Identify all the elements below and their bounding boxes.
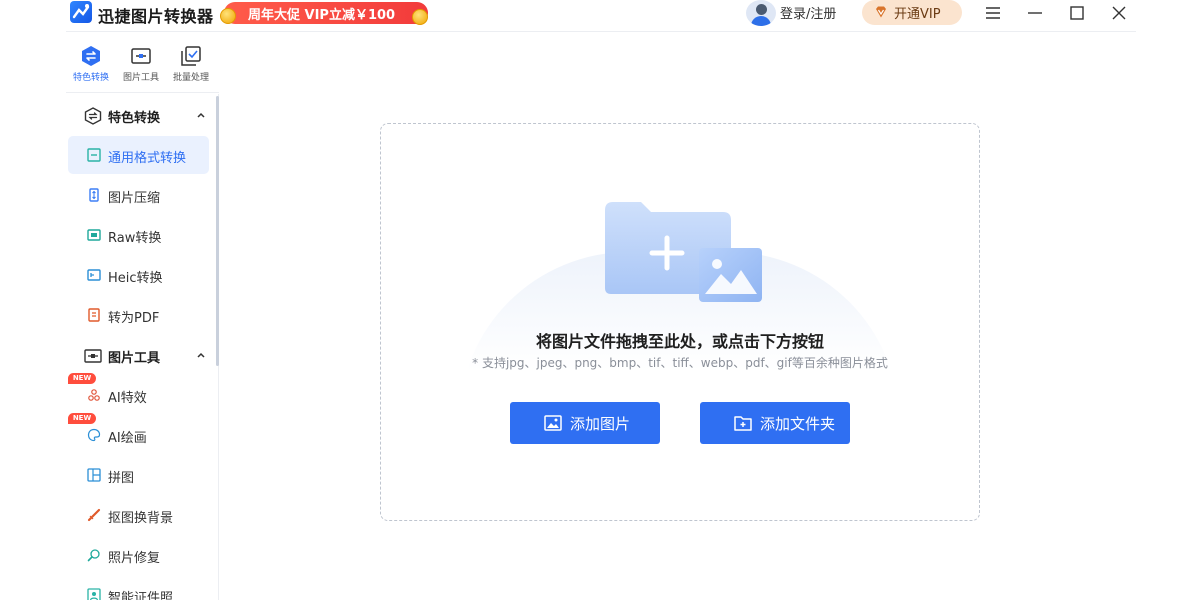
sidebar-item-heic[interactable]: Heic转换 [68,256,209,294]
sidebar-item-compress[interactable]: 图片压缩 [68,176,209,214]
sidebar-item-label: Heic转换 [108,271,163,286]
sidebar-item-label: 通用格式转换 [108,151,187,166]
image-tool-icon [84,349,102,363]
sidebar-item-label: 抠图换背景 [108,511,174,526]
sidebar-scrollbar[interactable] [216,96,219,366]
sidebar-item-label: 转为PDF [108,311,160,326]
ai-effect-icon [88,389,100,401]
new-badge: NEW [68,413,96,424]
sidebar-item-label: 拼图 [108,471,135,486]
coin-icon [220,8,236,24]
menu-button[interactable] [978,0,1008,26]
sidebar-item-label: 照片修复 [108,551,161,566]
sidebar-item-label: Raw转换 [108,231,162,246]
compress-icon [89,188,99,202]
group-image-tools[interactable]: 图片工具 [66,344,216,368]
add-folder-illustration-icon [605,202,762,302]
tab-label: 图片工具 [122,73,159,83]
tab-image-tools[interactable]: 图片工具 [116,45,166,89]
chevron-up-icon [197,112,205,118]
heic-icon [87,269,101,281]
title-bar: 迅捷图片转换器 周年大促 VIP立减￥100 登录/注册 开通VIP [66,0,1136,32]
sidebar-item-repair[interactable]: 照片修复 [68,536,209,574]
sidebar-item-label: 智能证件照 [108,591,174,600]
tab-label: 批量处理 [172,73,209,83]
promo-text: 周年大促 VIP立减￥100 [248,8,396,23]
format-icon [87,148,101,162]
exchange-icon [84,107,102,125]
folder-plus-icon [734,416,752,431]
sidebar-item-id-photo[interactable]: 智能证件照 [68,576,209,600]
file-drop-zone[interactable]: 将图片文件拖拽至此处，或点击下方按钮 * 支持jpg、jpeg、png、bmp、… [380,123,980,521]
ai-paint-icon [87,428,101,442]
mode-tabs: 特色转换 图片工具 批量处理 [66,33,219,93]
button-label: 添加文件夹 [760,415,836,433]
minimize-button[interactable] [1020,0,1050,26]
sidebar-item-ai-effect[interactable]: NEW AI特效 [68,373,209,414]
coin-icon [412,9,428,25]
pdf-icon [88,308,100,322]
promo-banner[interactable]: 周年大促 VIP立减￥100 [224,2,428,24]
minimize-icon [1028,12,1042,14]
new-badge: NEW [68,373,96,384]
supported-formats-hint: * 支持jpg、jpeg、png、bmp、tif、tiff、webp、pdf、g… [472,356,888,370]
maximize-button[interactable] [1062,0,1092,26]
tab-batch[interactable]: 批量处理 [166,45,216,89]
sidebar-item-label: 图片压缩 [108,191,161,206]
collage-icon [87,468,101,482]
chevron-up-icon [197,352,205,358]
app-logo-icon [70,1,92,23]
add-folder-button[interactable]: 添加文件夹 [700,402,850,444]
vip-label: 开通VIP [894,7,941,22]
drop-title: 将图片文件拖拽至此处，或点击下方按钮 [535,332,824,351]
button-label: 添加图片 [570,415,631,433]
maximize-icon [1070,6,1084,20]
sidebar-item-pdf[interactable]: 转为PDF [68,296,209,334]
repair-icon [87,549,100,562]
close-button[interactable] [1104,0,1134,26]
sidebar-item-label: AI特效 [108,391,147,406]
image-icon [544,415,562,431]
group-feature-convert[interactable]: 特色转换 [66,104,216,128]
sidebar: 特色转换 通用格式转换 图片压缩 Raw转换 Heic转换 转为PDF 图片工具… [66,94,219,600]
group-label: 特色转换 [108,111,161,126]
batch-icon [181,46,201,66]
sidebar-item-cutout[interactable]: 抠图换背景 [68,496,209,534]
image-tool-icon [131,48,151,64]
menu-icon [986,7,1000,19]
tab-feature-convert[interactable]: 特色转换 [66,45,116,89]
sidebar-item-raw[interactable]: Raw转换 [68,216,209,254]
sidebar-item-format-convert[interactable]: 通用格式转换 [68,136,209,174]
exchange-icon [82,46,100,66]
sidebar-item-collage[interactable]: 拼图 [68,456,209,494]
app-title: 迅捷图片转换器 [98,7,214,26]
group-label: 图片工具 [108,351,161,366]
raw-icon [87,229,101,241]
sidebar-item-ai-paint[interactable]: NEW AI绘画 [68,413,209,454]
id-photo-icon [87,588,101,600]
tab-label: 特色转换 [72,73,109,83]
cutout-icon [87,508,101,522]
add-image-button[interactable]: 添加图片 [510,402,660,444]
avatar[interactable] [746,0,776,26]
diamond-icon [876,6,886,18]
vip-button[interactable]: 开通VIP [862,0,962,25]
sidebar-item-label: AI绘画 [108,431,147,446]
close-icon [1112,6,1126,20]
login-link[interactable]: 登录/注册 [780,3,836,22]
